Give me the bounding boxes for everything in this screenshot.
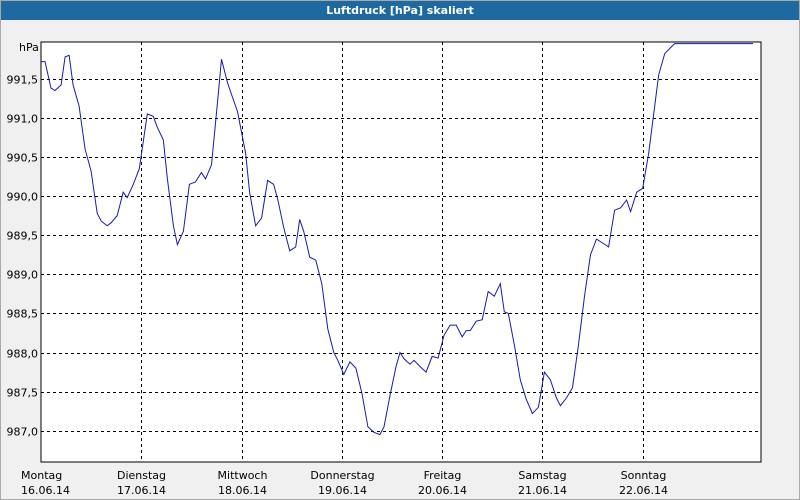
x-tick-label-date: 20.06.14 [418, 484, 467, 497]
x-tick-label-date: 18.06.14 [218, 484, 267, 497]
x-tick-label-date: 16.06.14 [21, 484, 70, 497]
x-tick-label-day: Samstag [518, 469, 566, 482]
x-tick-label-day: Dienstag [117, 469, 166, 482]
chart-window: Luftdruck [hPa] skaliert 991,5 991,0 990,5… [0, 0, 800, 500]
x-tick-label-day: Montag [21, 469, 62, 482]
y-tick-label: 990,5 [7, 152, 39, 165]
plot-background [40, 41, 762, 463]
y-tick-label: 989,5 [7, 230, 39, 243]
y-tick-label: 990,0 [7, 191, 39, 204]
y-tick-label: 988,0 [7, 348, 39, 361]
chart-title: Luftdruck [hPa] skaliert [1, 1, 799, 20]
y-tick-labels: 991,5 991,0 990,5 990,0 989,5 989,0 988,5 988,0… [7, 74, 39, 439]
x-tick-label-date: 22.06.14 [619, 484, 668, 497]
x-tick-label-day: Freitag [424, 469, 462, 482]
chart-canvas: 991,5 991,0 990,5 990,0 989,5 989,0 988,5 988,0… [7, 41, 762, 497]
y-axis-label: hPa [19, 41, 39, 54]
x-tick-label-day: Sonntag [621, 469, 667, 482]
x-tick-label-date: 21.06.14 [518, 484, 567, 497]
y-tick-label: 991,0 [7, 113, 39, 126]
y-tick-label: 991,5 [7, 74, 39, 87]
x-tick-label-date: 17.06.14 [117, 484, 166, 497]
y-tick-label: 987,5 [7, 387, 39, 400]
x-tick-labels: Montag 16.06.14 Dienstag 17.06.14 Mittwoch 18… [21, 469, 668, 497]
y-tick-label: 988,5 [7, 308, 39, 321]
x-tick-label-day: Donnerstag [310, 469, 374, 482]
y-tick-label: 989,0 [7, 269, 39, 282]
y-tick-label: 987,0 [7, 426, 39, 439]
x-tick-label-day: Mittwoch [218, 469, 268, 482]
x-tick-label-date: 19.06.14 [318, 484, 367, 497]
